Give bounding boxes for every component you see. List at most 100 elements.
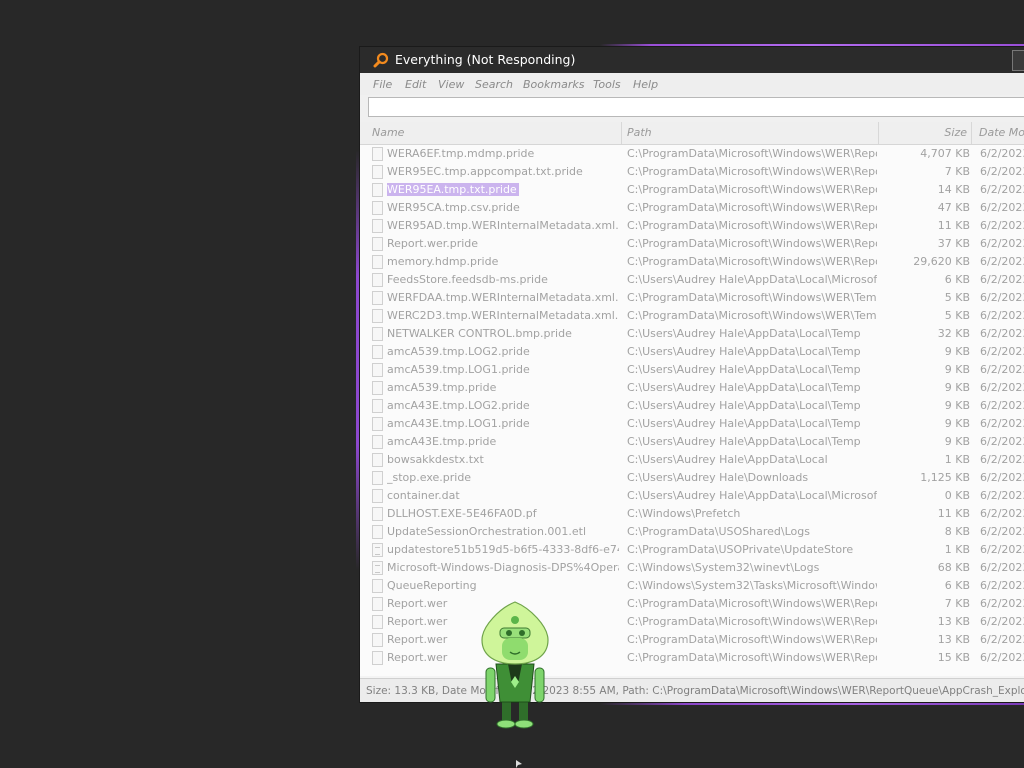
file-icon	[372, 219, 383, 233]
file-path-cell: C:\Users\Audrey Hale\AppData\Local\Micro…	[627, 273, 877, 286]
file-path-cell: C:\Users\Audrey Hale\AppData\Local\Temp	[627, 381, 861, 394]
file-path-cell: C:\Windows\System32\Tasks\Microsoft\Wind…	[627, 579, 877, 592]
table-row[interactable]: amcA43E.tmp.LOG1.pride C:\Users\Audrey Ha…	[360, 415, 1024, 433]
table-row[interactable]: WER95CA.tmp.csv.pride C:\ProgramData\Micr…	[360, 199, 1024, 217]
file-path-cell: C:\Users\Audrey Hale\AppData\Local\Micro…	[627, 489, 877, 502]
file-name-text: Report.wer	[387, 651, 448, 664]
file-date-cell: 6/2/2023	[980, 579, 1024, 592]
file-size-cell: 6 KB	[944, 273, 970, 286]
table-row[interactable]: amcA43E.tmp.pride C:\Users\Audrey Hale\Ap…	[360, 433, 1024, 451]
file-date-cell: 6/2/2023	[980, 327, 1024, 340]
file-size-cell: 1 KB	[944, 453, 970, 466]
file-name-cell: WER95CA.tmp.csv.pride	[387, 199, 619, 217]
table-row[interactable]: container.dat C:\Users\Audrey Hale\AppDat…	[360, 487, 1024, 505]
file-size-cell: 9 KB	[944, 381, 970, 394]
file-name-text: Report.wer	[387, 633, 448, 646]
file-size-cell: 15 KB	[937, 651, 970, 664]
table-row[interactable]: WER95EC.tmp.appcompat.txt.pride C:\Progra…	[360, 163, 1024, 181]
everything-window[interactable]: Everything (Not Responding) File Edit Vi…	[359, 46, 1024, 703]
file-name-cell: memory.hdmp.pride	[387, 253, 619, 271]
table-row[interactable]: Report.wer C:\ProgramData\Microsoft\Windo…	[360, 613, 1024, 631]
table-row[interactable]: updatestore51b519d5-b6f5-4333-8df6-e74d7…	[360, 541, 1024, 559]
file-path-cell: C:\Users\Audrey Hale\AppData\Local	[627, 453, 828, 466]
file-icon	[372, 345, 383, 359]
file-size-cell: 7 KB	[944, 597, 970, 610]
column-header-name[interactable]: Name	[360, 122, 622, 144]
file-name-text: amcA539.tmp.LOG2.pride	[387, 345, 530, 358]
table-row[interactable]: QueueReporting C:\Windows\System32\Tasks\…	[360, 577, 1024, 595]
table-row[interactable]: WERA6EF.tmp.mdmp.pride C:\ProgramData\Mic…	[360, 145, 1024, 163]
file-icon	[372, 417, 383, 431]
table-row-selected[interactable]: WER95EA.tmp.txt.pride C:\ProgramData\Micr…	[360, 181, 1024, 199]
file-size-cell: 7 KB	[944, 165, 970, 178]
file-name-text: DLLHOST.EXE-5E46FA0D.pf	[387, 507, 537, 520]
file-date-cell: 6/2/2023	[980, 507, 1024, 520]
file-name-text: Report.wer	[387, 597, 448, 610]
document-icon	[372, 561, 383, 575]
table-row[interactable]: FeedsStore.feedsdb-ms.pride C:\Users\Audr…	[360, 271, 1024, 289]
search-input[interactable]	[368, 97, 1024, 117]
file-name-text: amcA539.tmp.LOG1.pride	[387, 363, 530, 376]
table-row[interactable]: NETWALKER CONTROL.bmp.pride C:\Users\Audr…	[360, 325, 1024, 343]
menu-bookmarks[interactable]: Bookmarks	[523, 78, 584, 91]
file-path-cell: C:\Windows\Prefetch	[627, 507, 741, 520]
table-row[interactable]: Report.wer.pride C:\ProgramData\Microsoft…	[360, 235, 1024, 253]
file-icon	[372, 273, 383, 287]
file-name-text: WER95CA.tmp.csv.pride	[387, 201, 520, 214]
file-path-cell: C:\Users\Audrey Hale\Downloads	[627, 471, 809, 484]
table-row[interactable]: WERC2D3.tmp.WERInternalMetadata.xml.prid…	[360, 307, 1024, 325]
file-date-cell: 6/2/2023	[980, 363, 1024, 376]
table-row[interactable]: amcA43E.tmp.LOG2.pride C:\Users\Audrey Ha…	[360, 397, 1024, 415]
results-list[interactable]: WERA6EF.tmp.mdmp.pride C:\ProgramData\Mic…	[360, 145, 1024, 676]
file-icon	[372, 309, 383, 323]
file-date-cell: 6/2/2023	[980, 435, 1024, 448]
file-path-cell: C:\ProgramData\Microsoft\Windows\WER\Tem…	[627, 291, 877, 304]
menu-help[interactable]: Help	[633, 78, 658, 91]
table-row[interactable]: amcA539.tmp.LOG2.pride C:\Users\Audrey Ha…	[360, 343, 1024, 361]
table-row[interactable]: amcA539.tmp.LOG1.pride C:\Users\Audrey Ha…	[360, 361, 1024, 379]
minimize-button[interactable]	[1012, 50, 1024, 71]
menu-search[interactable]: Search	[475, 78, 513, 91]
file-name-cell: Report.wer.pride	[387, 235, 619, 253]
table-row[interactable]: DLLHOST.EXE-5E46FA0D.pf C:\Windows\Prefet…	[360, 505, 1024, 523]
table-row[interactable]: Report.wer C:\ProgramData\Microsoft\Windo…	[360, 649, 1024, 667]
menu-tools[interactable]: Tools	[593, 78, 621, 91]
file-name-cell: Microsoft-Windows-Diagnosis-DPS%4Operati…	[387, 559, 619, 577]
file-name-text: Report.wer	[387, 615, 448, 628]
table-row[interactable]: bowsakkdestx.txt C:\Users\Audrey Hale\App…	[360, 451, 1024, 469]
column-header-path[interactable]: Path	[622, 122, 879, 144]
file-date-cell: 6/2/2023	[980, 615, 1024, 628]
table-row[interactable]: Microsoft-Windows-Diagnosis-DPS%4Operati…	[360, 559, 1024, 577]
menu-view[interactable]: View	[438, 78, 464, 91]
file-name-text: amcA43E.tmp.LOG1.pride	[387, 417, 530, 430]
file-name-cell: WER95EC.tmp.appcompat.txt.pride	[387, 163, 619, 181]
file-path-cell: C:\ProgramData\Microsoft\Windows\WER\Rep…	[627, 219, 877, 232]
table-row[interactable]: amcA539.tmp.pride C:\Users\Audrey Hale\Ap…	[360, 379, 1024, 397]
file-size-cell: 6 KB	[944, 579, 970, 592]
file-size-cell: 11 KB	[937, 219, 970, 232]
file-size-cell: 37 KB	[937, 237, 970, 250]
menu-file[interactable]: File	[373, 78, 392, 91]
file-size-cell: 5 KB	[944, 291, 970, 304]
table-row[interactable]: WER95AD.tmp.WERInternalMetadata.xml.prid…	[360, 217, 1024, 235]
table-row[interactable]: Report.wer C:\ProgramData\Microsoft\Windo…	[360, 631, 1024, 649]
menu-edit[interactable]: Edit	[405, 78, 426, 91]
file-date-cell: 6/2/2023	[980, 651, 1024, 664]
file-date-cell: 6/2/2023	[980, 345, 1024, 358]
file-name-text: container.dat	[387, 489, 460, 502]
file-path-cell: C:\ProgramData\Microsoft\Windows\WER\Rep…	[627, 633, 877, 646]
file-size-cell: 9 KB	[944, 399, 970, 412]
title-bar[interactable]: Everything (Not Responding)	[360, 47, 1024, 73]
table-row[interactable]: memory.hdmp.pride C:\ProgramData\Microsof…	[360, 253, 1024, 271]
column-header-size[interactable]: Size	[879, 122, 972, 144]
file-path-cell: C:\ProgramData\Microsoft\Windows\WER\Rep…	[627, 255, 877, 268]
file-path-cell: C:\ProgramData\Microsoft\Windows\WER\Rep…	[627, 237, 877, 250]
table-row[interactable]: WERFDAA.tmp.WERInternalMetadata.xml.prid…	[360, 289, 1024, 307]
table-row[interactable]: Report.wer C:\ProgramData\Microsoft\Windo…	[360, 595, 1024, 613]
table-row[interactable]: UpdateSessionOrchestration.001.etl C:\Pro…	[360, 523, 1024, 541]
file-name-text: WER95EA.tmp.txt.pride	[387, 183, 519, 196]
table-row[interactable]: _stop.exe.pride C:\Users\Audrey Hale\Down…	[360, 469, 1024, 487]
file-path-cell: C:\ProgramData\Microsoft\Windows\WER\Tem…	[627, 309, 877, 322]
file-path-cell: C:\Users\Audrey Hale\AppData\Local\Temp	[627, 345, 861, 358]
column-header-date[interactable]: Date Mod	[972, 122, 1024, 144]
